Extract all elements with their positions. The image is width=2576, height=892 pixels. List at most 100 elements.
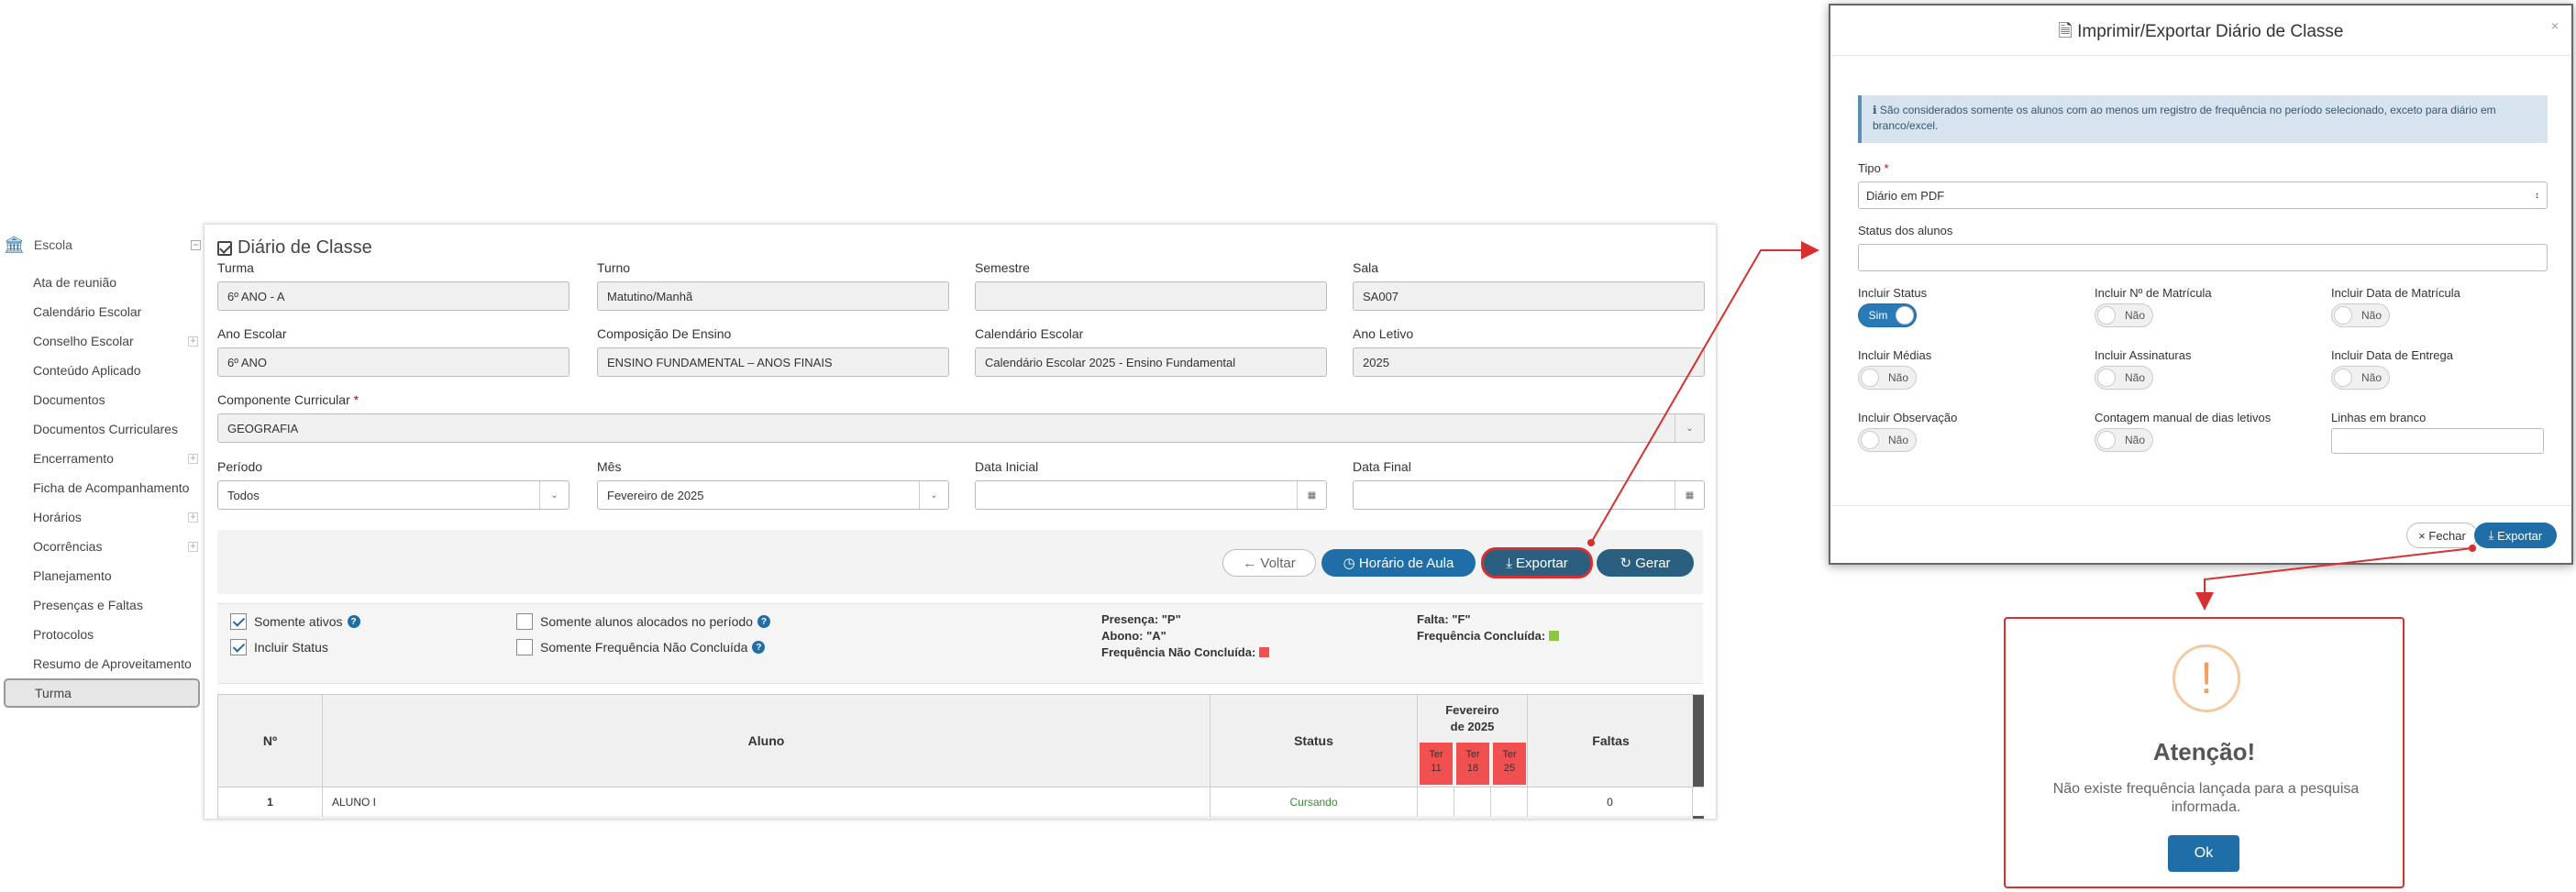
- periodo-label: Período: [217, 459, 263, 474]
- checkbox-label: Somente Frequência Não Concluída: [540, 640, 748, 655]
- day-weekday: Ter: [1429, 749, 1443, 760]
- sidebar-item-label: Resumo de Aproveitamento: [33, 656, 192, 671]
- toggle-label: Incluir Nº de Matrícula: [2095, 286, 2212, 300]
- periodo-value: Todos: [227, 488, 260, 502]
- red-square-icon: [1259, 647, 1270, 657]
- toggle-text: Não: [1887, 371, 1908, 384]
- info-alert: ℹ São considerados somente os alunos com…: [1858, 95, 2548, 143]
- gerar-button[interactable]: ↻ Gerar: [1597, 549, 1694, 577]
- incluir-status-toggle[interactable]: Sim: [1858, 303, 1917, 327]
- cell-day[interactable]: [1418, 787, 1454, 817]
- sidebar-item-label: Documentos: [33, 392, 105, 407]
- sidebar-item-protocolos[interactable]: Protocolos: [33, 623, 198, 645]
- sidebar-item-turma[interactable]: Turma: [4, 678, 200, 708]
- linhas-branco-input[interactable]: [2331, 428, 2544, 454]
- sidebar-item-conselho[interactable]: Conselho Escolar +: [33, 330, 198, 352]
- fechar-button[interactable]: × Fechar: [2406, 523, 2478, 548]
- close-icon[interactable]: ×: [2551, 18, 2559, 33]
- export-modal: 🗎 Imprimir/Exportar Diário de Classe × ℹ…: [1829, 4, 2573, 565]
- somente-alocados-checkbox[interactable]: Somente alunos alocados no período?: [516, 613, 770, 630]
- help-icon[interactable]: ?: [752, 641, 766, 654]
- sidebar-item-resumo[interactable]: Resumo de Aproveitamento: [33, 653, 198, 675]
- collapse-icon[interactable]: −: [191, 239, 201, 250]
- data-inicial-input[interactable]: ▦: [975, 480, 1327, 510]
- expand-icon[interactable]: +: [188, 336, 198, 347]
- voltar-button[interactable]: ← Voltar: [1222, 549, 1316, 577]
- mes-value: Fevereiro de 2025: [607, 488, 704, 502]
- checkbox-box[interactable]: [516, 613, 533, 630]
- sidebar-item-presencas[interactable]: Presenças e Faltas: [33, 594, 198, 616]
- somente-nao-concluida-checkbox[interactable]: Somente Frequência Não Concluída?: [516, 639, 766, 655]
- ano-escolar-label: Ano Escolar: [217, 326, 287, 341]
- incluir-medias-toggle[interactable]: Não: [1858, 366, 1917, 390]
- legend-right: Falta: "F" Frequência Concluída:: [1417, 611, 1560, 644]
- toggle-label: Incluir Data de Entrega: [2331, 348, 2453, 362]
- sidebar-item-ocorrencias[interactable]: Ocorrências +: [33, 535, 198, 557]
- sidebar-item-conteudo[interactable]: Conteúdo Aplicado: [33, 359, 198, 381]
- tipo-select[interactable]: Diário em PDF ↕: [1858, 182, 2548, 209]
- incluir-observacao-toggle[interactable]: Não: [1858, 428, 1917, 452]
- sidebar-item-encerramento[interactable]: Encerramento +: [33, 447, 198, 469]
- componente-select[interactable]: GEOGRAFIA ⌄: [217, 413, 1705, 443]
- toggle-knob: [2334, 306, 2352, 325]
- expand-icon[interactable]: +: [188, 453, 198, 464]
- sidebar-item-calendario[interactable]: Calendário Escolar: [33, 301, 198, 323]
- turma-label: Turma: [217, 260, 254, 275]
- incluir-assinaturas-toggle[interactable]: Não: [2095, 366, 2153, 390]
- col-header-status: Status: [1211, 695, 1418, 787]
- sidebar: 🏛 Escola − Ata de reunião Calendário Esc…: [0, 229, 206, 724]
- horario-label: Horário de Aula: [1358, 555, 1454, 571]
- help-icon[interactable]: ?: [347, 615, 360, 628]
- legend-presenca: Presença: "P": [1101, 612, 1181, 626]
- expand-icon[interactable]: +: [188, 541, 198, 552]
- incluir-data-matricula-toggle[interactable]: Não: [2331, 303, 2390, 327]
- sidebar-item-ata[interactable]: Ata de reunião: [33, 271, 198, 293]
- cell-day[interactable]: [1454, 787, 1491, 817]
- toggle-knob: [2334, 369, 2352, 387]
- checkbox-box[interactable]: [230, 613, 247, 630]
- calendar-icon[interactable]: ▦: [1675, 481, 1704, 509]
- sidebar-item-planejamento[interactable]: Planejamento: [33, 565, 198, 587]
- institution-icon: 🏛: [4, 235, 25, 254]
- sidebar-item-horarios[interactable]: Horários +: [33, 506, 198, 528]
- sidebar-item-ficha[interactable]: Ficha de Acompanhamento: [33, 477, 198, 499]
- chevron-down-icon[interactable]: ⌄: [539, 481, 569, 509]
- calendar-icon[interactable]: ▦: [1297, 481, 1326, 509]
- periodo-select[interactable]: Todos ⌄: [217, 480, 569, 510]
- status-alunos-input[interactable]: [1858, 244, 2548, 271]
- incluir-matricula-toggle[interactable]: Não: [2095, 303, 2153, 327]
- sidebar-item-documentos-curriculares[interactable]: Documentos Curriculares: [33, 418, 198, 440]
- sidebar-item-label: Calendário Escolar: [33, 304, 142, 319]
- mes-select[interactable]: Fevereiro de 2025 ⌄: [597, 480, 949, 510]
- toggle-label: Incluir Médias: [1858, 348, 1932, 362]
- sidebar-item-documentos[interactable]: Documentos: [33, 389, 198, 411]
- help-icon[interactable]: ?: [757, 615, 770, 628]
- chevron-down-icon[interactable]: ⌄: [919, 481, 948, 509]
- checkbox-box[interactable]: [230, 639, 247, 655]
- horario-aula-button[interactable]: ◷ Horário de Aula: [1321, 549, 1476, 577]
- updown-icon: ↕: [2535, 190, 2539, 201]
- incluir-status-checkbox[interactable]: Incluir Status: [230, 639, 328, 655]
- tipo-label: Tipo *: [1858, 161, 1889, 175]
- ok-button[interactable]: Ok: [2168, 835, 2239, 872]
- exportar-button[interactable]: ⤓ Exportar: [1481, 547, 1593, 578]
- somente-ativos-checkbox[interactable]: Somente ativos?: [230, 613, 360, 630]
- data-final-input[interactable]: ▦: [1353, 480, 1705, 510]
- checkbox-box[interactable]: [516, 639, 533, 655]
- sala-label: Sala: [1353, 260, 1379, 275]
- toggle-label: Incluir Observação: [1858, 411, 1958, 424]
- chevron-down-icon[interactable]: ⌄: [1675, 414, 1704, 442]
- page-title-text: Diário de Classe: [238, 237, 372, 258]
- sidebar-header-escola[interactable]: 🏛 Escola −: [4, 229, 201, 260]
- incluir-data-entrega-toggle[interactable]: Não: [2331, 366, 2390, 390]
- expand-icon[interactable]: +: [188, 512, 198, 523]
- page-title: Diário de Classe: [217, 237, 372, 259]
- toggle-text: Sim: [1868, 309, 1888, 322]
- contagem-manual-toggle[interactable]: Não: [2095, 428, 2153, 452]
- cell-day[interactable]: [1491, 787, 1528, 817]
- day-number: 25: [1503, 763, 1516, 774]
- modal-exportar-label: Exportar: [2497, 528, 2543, 543]
- modal-exportar-button[interactable]: ⤓ Exportar: [2474, 523, 2557, 548]
- modal-title: 🗎 Imprimir/Exportar Diário de Classe: [1830, 18, 2571, 48]
- required-marker: *: [1884, 161, 1889, 175]
